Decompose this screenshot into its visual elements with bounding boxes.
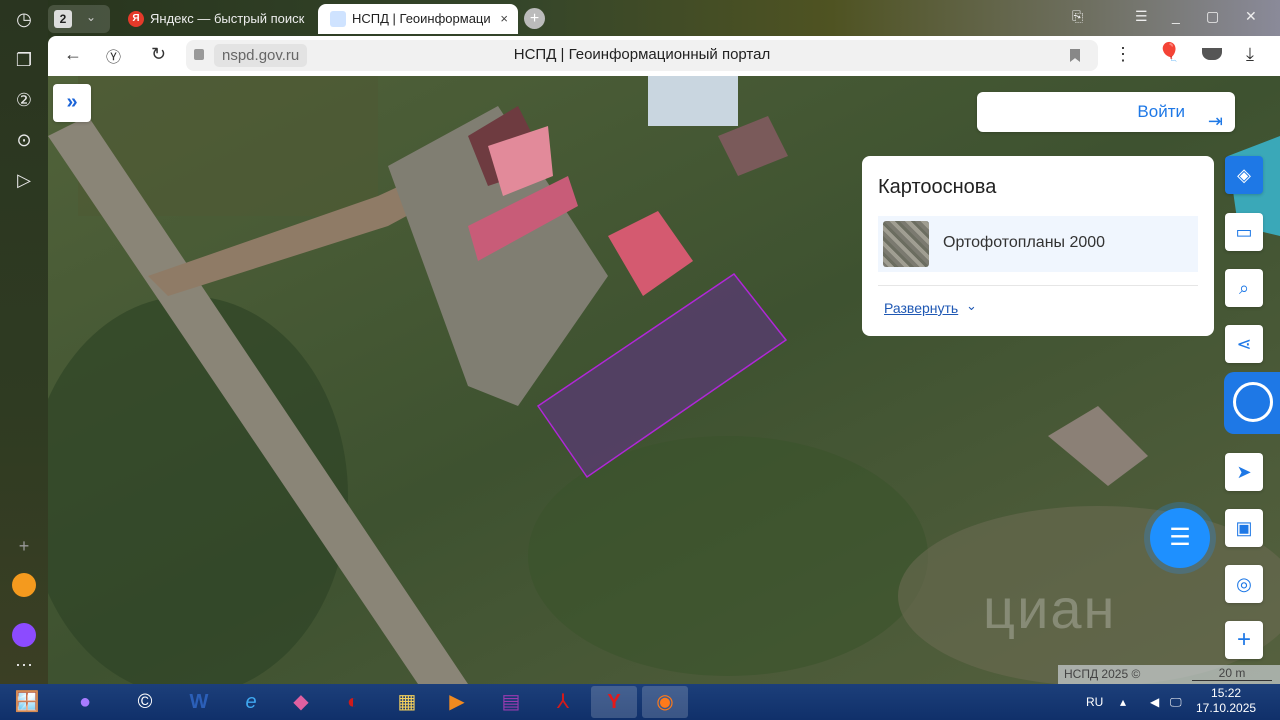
back-icon[interactable]: ← [64, 44, 82, 65]
gem-app-icon[interactable]: ◆ [278, 686, 324, 718]
browser-sidebar: ◷ ❐ ② ⊙ ▷ + ⋯ [0, 0, 48, 684]
site-favicon-icon [330, 11, 346, 27]
network-icon[interactable]: 🖵 [1170, 684, 1182, 720]
basemap-card: Картооснова Ортофотопланы 2000 Развернут… [862, 156, 1214, 336]
acrobat-icon[interactable]: ⅄ [540, 686, 586, 718]
date: 17.10.2025 [1196, 701, 1257, 715]
nspd-logo-icon [1233, 382, 1273, 422]
collections-icon[interactable]: ❐ [12, 48, 36, 72]
share-icon[interactable]: ⋖ [1225, 325, 1263, 363]
watermark: циан [983, 577, 1117, 640]
login-button[interactable]: Войти ⇥ [977, 92, 1235, 132]
app-icon[interactable] [12, 573, 36, 597]
media-player-icon[interactable]: ▶ [434, 686, 480, 718]
zoom-in-button[interactable]: + [1225, 621, 1263, 659]
red-app-icon[interactable]: ◐ [330, 686, 376, 718]
tab-count-button[interactable]: 2 ⌄ [48, 5, 110, 33]
winrar-icon[interactable]: ▤ [488, 686, 534, 718]
page-title: НСПД | Геоинформационный портал [513, 46, 771, 63]
yandex-icon: Я [128, 11, 144, 27]
layers-icon[interactable]: ◈ [1225, 156, 1263, 194]
tab-nspd[interactable]: НСПД | Геоинформаци × [318, 4, 518, 34]
yandex-browser-icon[interactable]: Y [591, 686, 637, 718]
layer-thumbnail [883, 221, 929, 267]
yandex-home-icon[interactable]: Ⓨ [106, 46, 121, 67]
area-search-icon[interactable]: ⌕ [1225, 269, 1263, 307]
tabs-icon[interactable]: ② [12, 88, 36, 112]
tab-label: Яндекс — быстрый поиск [150, 11, 305, 26]
layer-label: Ортофотопланы 2000 [943, 234, 1106, 251]
history-icon[interactable]: ◷ [12, 7, 36, 31]
menu-icon[interactable]: ☰ [1135, 8, 1148, 25]
address-bar: ← Ⓨ ↻ nspd.gov.ru НСПД | Геоинформационн… [48, 36, 1280, 76]
ruler-icon[interactable]: ▭ [1225, 213, 1263, 251]
alice-icon[interactable] [12, 623, 36, 647]
download-icon[interactable]: ⤓ [1246, 44, 1254, 65]
login-label: Войти [1137, 102, 1185, 121]
add-icon[interactable]: + [12, 534, 36, 558]
scale-bar: 20 m [1192, 666, 1272, 681]
attribution-text: НСПД 2025 © [1064, 667, 1141, 681]
tab-yandex[interactable]: Я Яндекс — быстрый поиск [120, 4, 310, 34]
more-icon[interactable]: ⋯ [12, 653, 36, 677]
volume-icon[interactable]: ◀ [1150, 684, 1159, 720]
chevron-down-icon: ⌄ [86, 10, 97, 24]
close-window-button[interactable]: ✕ [1245, 8, 1257, 25]
taskbar: 🪟 ● © W e ◆ ◐ ▦ ▶ ▤ ⅄ Y ◉ RU ▴ ◀ 🖵 15:22… [0, 684, 1280, 720]
pocket-icon[interactable] [1202, 48, 1222, 60]
nspd-logo-button[interactable] [1224, 372, 1280, 434]
language-indicator[interactable]: RU [1086, 684, 1103, 720]
map-canvas[interactable]: циан » Войти ⇥ Картооснова Ортофотопланы … [48, 76, 1280, 684]
new-tab-button[interactable]: + [524, 8, 545, 29]
search-location-icon[interactable]: ◎ [1225, 565, 1263, 603]
maximize-button[interactable]: ▢ [1206, 8, 1219, 25]
tab-label: НСПД | Геоинформаци [352, 11, 491, 26]
firefox-icon[interactable]: ◉ [642, 686, 688, 718]
time: 15:22 [1211, 686, 1242, 700]
expand-sidebar-button[interactable]: » [53, 84, 91, 122]
tray-expand-icon[interactable]: ▴ [1120, 684, 1126, 720]
chat-button[interactable]: ☰ [1150, 508, 1210, 568]
url-bar[interactable]: nspd.gov.ru НСПД | Геоинформационный пор… [186, 40, 1098, 71]
clock[interactable]: 15:22 17.10.2025 [1196, 686, 1256, 716]
login-icon: ⇥ [1207, 111, 1223, 131]
picture-in-picture-icon[interactable]: ▣ [1225, 509, 1263, 547]
more-options-icon[interactable]: ⋮ [1114, 44, 1132, 65]
internet-explorer-icon[interactable]: e [228, 686, 274, 718]
word-icon[interactable]: W [176, 686, 222, 718]
map-attribution: НСПД 2025 © 20 m [1058, 665, 1280, 684]
extension-icon[interactable]: 🎈 [1158, 42, 1180, 63]
bookmarks-icon[interactable]: ⎘ [1072, 8, 1083, 25]
app-c-icon[interactable]: © [122, 686, 168, 718]
basemap-title: Картооснова [878, 176, 997, 198]
basemap-layer-item[interactable]: Ортофотопланы 2000 [878, 216, 1198, 272]
expand-link[interactable]: Развернуть [884, 300, 958, 316]
reload-icon[interactable]: ↻ [151, 44, 166, 65]
minimize-button[interactable]: _ [1172, 8, 1180, 24]
screenshot-icon[interactable]: ⊙ [12, 128, 36, 152]
divider [878, 285, 1198, 286]
tab-count: 2 [54, 10, 72, 28]
geolocation-icon[interactable]: ➤ [1225, 453, 1263, 491]
chevron-down-icon[interactable]: ⌄ [966, 298, 977, 314]
play-icon[interactable]: ▷ [12, 168, 36, 192]
tab-strip: 2 ⌄ Я Яндекс — быстрый поиск НСПД | Геоинф… [0, 0, 1280, 38]
close-tab-icon[interactable]: × [500, 4, 508, 34]
file-explorer-icon[interactable]: ▦ [384, 686, 430, 718]
start-button[interactable]: 🪟 [4, 686, 50, 718]
alice-app-icon[interactable]: ● [62, 686, 108, 718]
